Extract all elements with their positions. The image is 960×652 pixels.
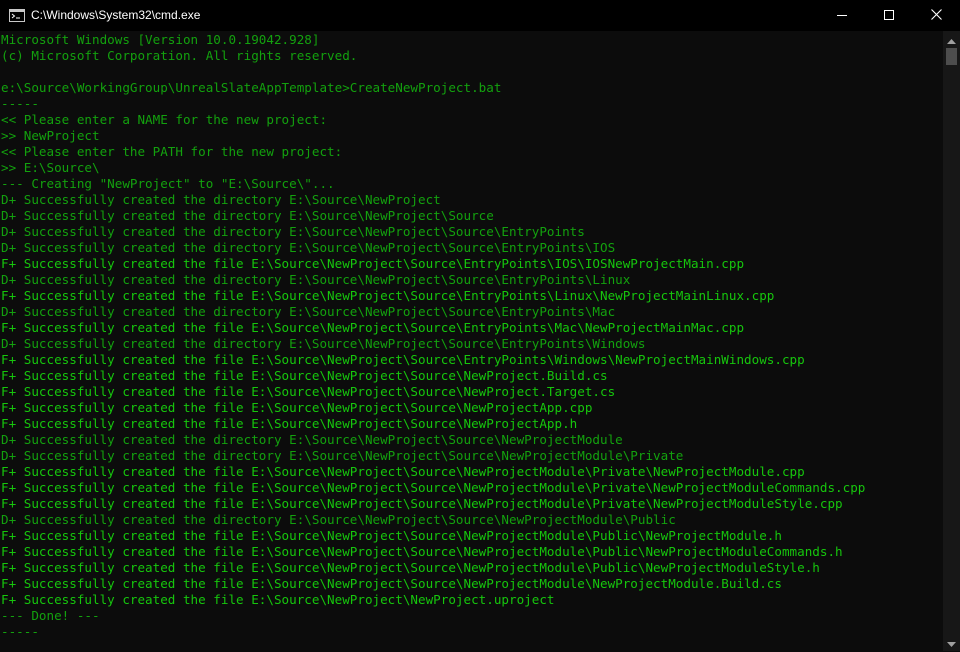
scroll-up-button[interactable]: [943, 31, 960, 48]
console-line: D+ Successfully created the directory E:…: [1, 304, 616, 319]
console-line: -----: [1, 624, 39, 639]
console-line: F+ Successfully created the file E:\Sour…: [1, 576, 782, 591]
close-icon: [930, 8, 942, 23]
console-line: F+ Successfully created the file E:\Sour…: [1, 256, 745, 271]
close-button[interactable]: [913, 0, 959, 31]
minimize-icon: [837, 9, 847, 23]
console-line: e:\Source\WorkingGroup\UnrealSlateAppTem…: [1, 80, 502, 95]
console-line: --- Done! ---: [1, 608, 100, 623]
console-line: D+ Successfully created the directory E:…: [1, 192, 441, 207]
console-line: D+ Successfully created the directory E:…: [1, 224, 585, 239]
console-line: F+ Successfully created the file E:\Sour…: [1, 288, 775, 303]
console-line: F+ Successfully created the file E:\Sour…: [1, 416, 578, 431]
console-line: F+ Successfully created the file E:\Sour…: [1, 400, 593, 415]
console-line: --- Creating "NewProject" to "E:\Source\…: [1, 176, 335, 191]
console-line: F+ Successfully created the file E:\Sour…: [1, 496, 843, 511]
console-line: F+ Successfully created the file E:\Sour…: [1, 528, 782, 543]
console-line: D+ Successfully created the directory E:…: [1, 512, 676, 527]
title-bar[interactable]: C:\Windows\System32\cmd.exe: [0, 0, 960, 31]
console-line: << Please enter the PATH for the new pro…: [1, 144, 343, 159]
minimize-button[interactable]: [819, 0, 865, 31]
console-line: F+ Successfully created the file E:\Sour…: [1, 368, 608, 383]
console-line: F+ Successfully created the file E:\Sour…: [1, 320, 745, 335]
console-line: D+ Successfully created the directory E:…: [1, 336, 646, 351]
console-line: D+ Successfully created the directory E:…: [1, 208, 494, 223]
console-line: >> NewProject: [1, 128, 100, 143]
vertical-scrollbar[interactable]: [943, 31, 960, 651]
scrollbar-thumb[interactable]: [946, 48, 957, 65]
console-line: D+ Successfully created the directory E:…: [1, 432, 623, 447]
console-line: F+ Successfully created the file E:\Sour…: [1, 544, 843, 559]
console-line: Microsoft Windows [Version 10.0.19042.92…: [1, 32, 320, 47]
console-line: F+ Successfully created the file E:\Sour…: [1, 384, 616, 399]
console-line: D+ Successfully created the directory E:…: [1, 240, 616, 255]
console-line: F+ Successfully created the file E:\Sour…: [1, 560, 820, 575]
maximize-icon: [884, 9, 894, 23]
console-output[interactable]: Microsoft Windows [Version 10.0.19042.92…: [0, 31, 943, 651]
maximize-button[interactable]: [866, 0, 912, 31]
console-line: << Please enter a NAME for the new proje…: [1, 112, 328, 127]
console-line: -----: [1, 96, 39, 111]
console-line: D+ Successfully created the directory E:…: [1, 448, 684, 463]
console-line: D+ Successfully created the directory E:…: [1, 272, 631, 287]
console-line: F+ Successfully created the file E:\Sour…: [1, 352, 805, 367]
scroll-up-arrow-icon: [947, 31, 956, 49]
scroll-down-arrow-icon: [947, 634, 956, 652]
cmd-window: C:\Windows\System32\cmd.exe Microsoft Wi…: [0, 0, 960, 651]
console-line: F+ Successfully created the file E:\Sour…: [1, 480, 866, 495]
scroll-down-button[interactable]: [943, 634, 960, 651]
console-line: (c) Microsoft Corporation. All rights re…: [1, 48, 358, 63]
console-line: F+ Successfully created the file E:\Sour…: [1, 464, 805, 479]
console-line: >> E:\Source\: [1, 160, 100, 175]
cmd-icon[interactable]: [9, 9, 25, 22]
console-line: F+ Successfully created the file E:\Sour…: [1, 592, 555, 607]
window-title: C:\Windows\System32\cmd.exe: [31, 8, 201, 22]
